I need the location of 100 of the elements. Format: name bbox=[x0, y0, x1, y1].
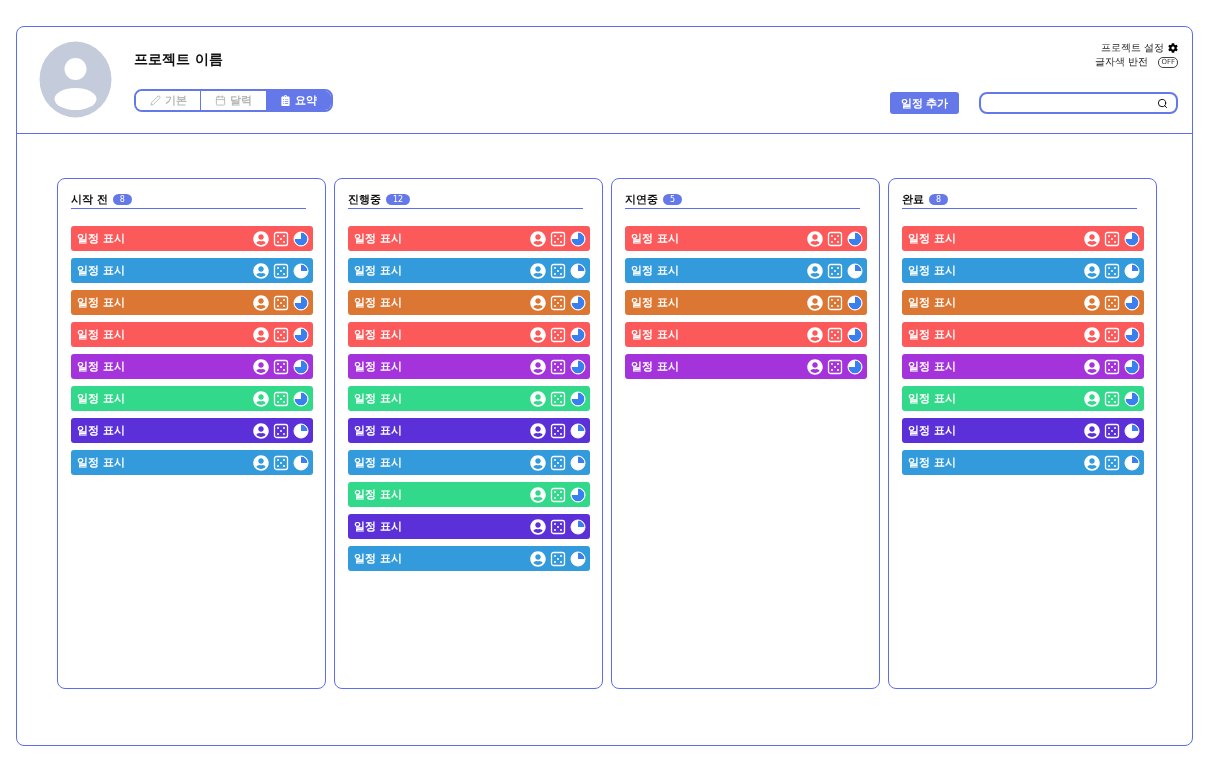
schedule-card[interactable]: 일정 표시 bbox=[902, 418, 1144, 443]
pie-chart-icon bbox=[570, 358, 586, 375]
count-badge: 8 bbox=[929, 193, 949, 205]
card-label: 일정 표시 bbox=[908, 263, 957, 278]
schedule-card[interactable]: 일정 표시 bbox=[348, 482, 590, 507]
user-icon bbox=[1084, 262, 1100, 279]
user-icon bbox=[253, 390, 269, 407]
pie-chart-icon bbox=[293, 454, 309, 471]
dice-icon bbox=[550, 518, 566, 535]
dice-icon bbox=[1104, 422, 1120, 439]
settings-label[interactable]: 프로젝트 설정 bbox=[1100, 41, 1164, 55]
pie-chart-icon bbox=[847, 230, 863, 247]
card-label: 일정 표시 bbox=[631, 263, 680, 278]
schedule-card[interactable]: 일정 표시 bbox=[348, 290, 590, 315]
schedule-card[interactable]: 일정 표시 bbox=[902, 322, 1144, 347]
user-icon bbox=[530, 454, 546, 471]
calendar-icon bbox=[215, 95, 226, 106]
view-tab[interactable]: 요약 bbox=[265, 91, 331, 110]
schedule-card[interactable]: 일정 표시 bbox=[348, 354, 590, 379]
schedule-card[interactable]: 일정 표시 bbox=[902, 386, 1144, 411]
schedule-card[interactable]: 일정 표시 bbox=[902, 226, 1144, 251]
dice-icon bbox=[273, 262, 289, 279]
schedule-card[interactable]: 일정 표시 bbox=[71, 386, 313, 411]
count-badge: 12 bbox=[386, 193, 411, 205]
dice-icon bbox=[827, 294, 843, 311]
user-icon bbox=[530, 358, 546, 375]
user-icon bbox=[1084, 454, 1100, 471]
add-schedule-button[interactable]: 일정 추가 bbox=[890, 92, 959, 114]
schedule-card[interactable]: 일정 표시 bbox=[902, 354, 1144, 379]
user-icon bbox=[253, 422, 269, 439]
pencil-icon bbox=[149, 95, 161, 106]
count-badge: 5 bbox=[663, 193, 683, 205]
schedule-card[interactable]: 일정 표시 bbox=[71, 290, 313, 315]
card-label: 일정 표시 bbox=[908, 231, 957, 246]
card-label: 일정 표시 bbox=[354, 487, 403, 502]
schedule-card[interactable]: 일정 표시 bbox=[625, 290, 867, 315]
card-label: 일정 표시 bbox=[354, 359, 403, 374]
schedule-card[interactable]: 일정 표시 bbox=[71, 226, 313, 251]
schedule-card[interactable]: 일정 표시 bbox=[625, 258, 867, 283]
schedule-card[interactable]: 일정 표시 bbox=[348, 514, 590, 539]
card-label: 일정 표시 bbox=[77, 359, 126, 374]
card-label: 일정 표시 bbox=[77, 423, 126, 438]
pie-chart-icon bbox=[1124, 326, 1140, 343]
column-title: 완료 bbox=[902, 191, 924, 207]
pie-chart-icon bbox=[293, 262, 309, 279]
pie-chart-icon bbox=[570, 294, 586, 311]
card-label: 일정 표시 bbox=[631, 359, 680, 374]
dice-icon bbox=[1104, 262, 1120, 279]
dice-icon bbox=[1104, 390, 1120, 407]
schedule-card[interactable]: 일정 표시 bbox=[902, 450, 1144, 475]
card-label: 일정 표시 bbox=[77, 295, 126, 310]
user-icon bbox=[253, 294, 269, 311]
card-label: 일정 표시 bbox=[354, 263, 403, 278]
dice-icon bbox=[827, 262, 843, 279]
schedule-card[interactable]: 일정 표시 bbox=[71, 450, 313, 475]
dice-icon bbox=[1104, 326, 1120, 343]
pie-chart-icon bbox=[570, 454, 586, 471]
dice-icon bbox=[827, 326, 843, 343]
schedule-card[interactable]: 일정 표시 bbox=[71, 258, 313, 283]
dice-icon bbox=[1104, 454, 1120, 471]
schedule-card[interactable]: 일정 표시 bbox=[71, 322, 313, 347]
schedule-card[interactable]: 일정 표시 bbox=[348, 226, 590, 251]
schedule-card[interactable]: 일정 표시 bbox=[625, 322, 867, 347]
dice-icon bbox=[550, 486, 566, 503]
user-icon bbox=[530, 486, 546, 503]
schedule-card[interactable]: 일정 표시 bbox=[348, 546, 590, 571]
pie-chart-icon bbox=[570, 422, 586, 439]
schedule-card[interactable]: 일정 표시 bbox=[902, 290, 1144, 315]
project-title: 프로젝트 이름 bbox=[134, 51, 224, 69]
schedule-card[interactable]: 일정 표시 bbox=[348, 258, 590, 283]
user-icon bbox=[530, 294, 546, 311]
settings-icon[interactable] bbox=[1168, 43, 1178, 53]
card-label: 일정 표시 bbox=[77, 231, 126, 246]
pie-chart-icon bbox=[847, 326, 863, 343]
card-label: 일정 표시 bbox=[77, 263, 126, 278]
schedule-card[interactable]: 일정 표시 bbox=[625, 354, 867, 379]
pie-chart-icon bbox=[1124, 390, 1140, 407]
schedule-card[interactable]: 일정 표시 bbox=[71, 418, 313, 443]
schedule-card[interactable]: 일정 표시 bbox=[902, 258, 1144, 283]
user-icon bbox=[807, 262, 823, 279]
schedule-card[interactable]: 일정 표시 bbox=[348, 322, 590, 347]
dice-icon bbox=[273, 454, 289, 471]
schedule-card[interactable]: 일정 표시 bbox=[348, 418, 590, 443]
search-field[interactable] bbox=[979, 92, 1178, 114]
pie-chart-icon bbox=[1124, 454, 1140, 471]
schedule-card[interactable]: 일정 표시 bbox=[71, 354, 313, 379]
user-icon bbox=[807, 326, 823, 343]
pie-chart-icon bbox=[570, 550, 586, 567]
user-icon bbox=[1084, 358, 1100, 375]
schedule-card[interactable]: 일정 표시 bbox=[625, 226, 867, 251]
dice-icon bbox=[1104, 294, 1120, 311]
user-icon bbox=[253, 454, 269, 471]
dice-icon bbox=[273, 230, 289, 247]
pie-chart-icon bbox=[293, 230, 309, 247]
pie-chart-icon bbox=[293, 422, 309, 439]
card-label: 일정 표시 bbox=[631, 295, 680, 310]
schedule-card[interactable]: 일정 표시 bbox=[348, 450, 590, 475]
user-icon bbox=[807, 358, 823, 375]
schedule-card[interactable]: 일정 표시 bbox=[348, 386, 590, 411]
card-label: 일정 표시 bbox=[631, 327, 680, 342]
